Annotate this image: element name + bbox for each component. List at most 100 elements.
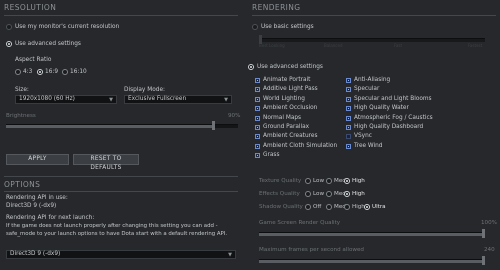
max-fps-slider-fill <box>259 260 485 263</box>
max-fps-label: Maximum frames per second allowed <box>259 247 364 253</box>
shadow-quality-high-radio[interactable] <box>344 204 350 210</box>
size-select-value: 1920x1080 (60 Hz) <box>19 96 75 102</box>
effects-quality-med-radio[interactable] <box>326 191 332 197</box>
display-mode-select[interactable]: Exclusive Fullscreen ▼ <box>124 95 232 104</box>
api-in-use-label: Rendering API in use: <box>6 195 68 201</box>
effects-quality-high-radio[interactable] <box>344 191 350 197</box>
shadow-quality-off-radio[interactable] <box>305 204 311 210</box>
api-in-use-value: Direct3D 9 (-dx9) <box>6 203 57 209</box>
divider <box>4 15 238 16</box>
brightness-label: Brightness <box>6 113 36 119</box>
apply-button[interactable]: APPLY <box>6 154 69 165</box>
left-checkbox-3[interactable] <box>255 106 260 112</box>
left-checkbox-5[interactable] <box>255 125 260 130</box>
chevron-down-icon: ▼ <box>224 97 228 103</box>
left-checkbox-label-2: World Lighting <box>263 95 305 102</box>
use-monitor-resolution-radio[interactable] <box>6 24 12 30</box>
effects-quality-label: Effects Quality <box>259 191 300 197</box>
left-checkbox-label-5: Ground Parallax <box>263 124 310 130</box>
aspect-ratio-label: Aspect Ratio <box>15 57 52 63</box>
rendering-title: RENDERING <box>252 3 301 12</box>
shadow-quality-high-label: High <box>352 204 365 210</box>
basic-quality-slider[interactable] <box>259 38 485 42</box>
left-checkbox-8[interactable] <box>255 153 260 159</box>
texture-quality-label: Texture Quality <box>259 178 302 184</box>
left-checkbox-label-1: Additive Light Pass <box>263 86 318 93</box>
use-advanced-resolution-label: Use advanced settings <box>15 41 81 47</box>
chevron-down-icon: ▼ <box>109 97 113 103</box>
left-checkbox-7[interactable] <box>255 143 260 149</box>
aspect-16-10-radio[interactable] <box>62 69 68 75</box>
right-checkbox-3[interactable] <box>346 106 351 112</box>
right-checkbox-1[interactable] <box>346 87 351 93</box>
api-next-launch-label: Rendering API for next launch: <box>6 215 95 221</box>
left-checkbox-0[interactable] <box>255 78 260 83</box>
right-checkbox-label-7: Tree Wind <box>354 142 383 149</box>
basic-slider-label-fast: Fast <box>394 43 403 48</box>
use-advanced-resolution-radio[interactable] <box>6 41 12 47</box>
rendering-api-select-value: Direct3D 9 (-dx9) <box>10 251 61 257</box>
use-basic-settings-label: Use basic settings <box>261 24 314 30</box>
rendering-api-select[interactable]: Direct3D 9 (-dx9) ▼ <box>6 250 236 259</box>
brightness-slider-fill <box>6 125 215 128</box>
render-quality-label: Game Screen Render Quality <box>259 220 341 226</box>
right-checkbox-label-5: High Quality Dashboard <box>354 124 424 130</box>
brightness-slider-handle[interactable] <box>211 121 215 130</box>
render-quality-slider-handle[interactable] <box>482 229 485 238</box>
right-checkbox-5[interactable] <box>346 125 351 130</box>
max-fps-value: 240 <box>484 247 495 253</box>
shadow-quality-off-label: Off <box>313 204 322 210</box>
shadow-quality-label: Shadow Quality <box>259 204 303 210</box>
left-checkbox-1[interactable] <box>255 87 260 93</box>
divider <box>4 176 238 177</box>
aspect-16-9-label: 16:9 <box>45 69 59 75</box>
brightness-value: 90% <box>228 113 241 119</box>
right-checkbox-6[interactable] <box>346 134 351 140</box>
size-select[interactable]: 1920x1080 (60 Hz) ▼ <box>15 95 117 104</box>
display-mode-label: Display Mode: <box>124 87 165 93</box>
left-checkbox-label-7: Ambient Cloth Simulation <box>263 142 338 149</box>
right-checkbox-label-0: Anti-Aliasing <box>354 77 391 83</box>
resolution-title: RESOLUTION <box>4 3 57 12</box>
max-fps-slider-handle[interactable] <box>482 256 485 265</box>
texture-quality-high-radio[interactable] <box>344 178 350 184</box>
size-label: Size: <box>15 87 29 93</box>
render-quality-value: 100% <box>481 220 497 226</box>
aspect-16-10-label: 16:10 <box>70 69 87 75</box>
basic-slider-label-balanced: Balanced <box>324 43 343 48</box>
right-checkbox-0[interactable] <box>346 78 351 83</box>
basic-slider-label-best-looking: Best Looking <box>259 43 285 48</box>
options-title: OPTIONS <box>4 180 41 189</box>
effects-quality-high-label: High <box>352 191 365 197</box>
basic-slider-label-fastest: Fastest <box>468 43 483 48</box>
api-note: If the game does not launch properly aft… <box>6 223 228 237</box>
reset-to-defaults-button[interactable]: RESET TO DEFAULTS <box>73 154 139 171</box>
right-checkbox-label-2: Specular and Light Blooms <box>354 95 432 102</box>
texture-quality-high-label: High <box>352 178 365 184</box>
aspect-4-3-radio[interactable] <box>15 69 21 75</box>
effects-quality-low-radio[interactable] <box>305 191 311 197</box>
aspect-16-9-radio[interactable] <box>37 69 43 75</box>
use-monitor-resolution-label: Use my monitor's current resolution <box>15 24 120 30</box>
left-checkbox-2[interactable] <box>255 96 260 102</box>
right-checkbox-7[interactable] <box>346 143 351 149</box>
right-checkbox-2[interactable] <box>346 96 351 102</box>
aspect-4-3-label: 4:3 <box>23 69 33 75</box>
left-checkbox-label-8: Grass <box>263 152 280 159</box>
right-checkbox-4[interactable] <box>346 115 351 121</box>
right-checkbox-label-3: High Quality Water <box>354 105 409 112</box>
left-checkbox-6[interactable] <box>255 134 260 140</box>
shadow-quality-med-radio[interactable] <box>326 204 332 210</box>
left-checkbox-label-0: Animate Portrait <box>263 77 311 83</box>
shadow-quality-ultra-radio[interactable] <box>364 204 370 210</box>
left-checkbox-4[interactable] <box>255 115 260 121</box>
display-mode-select-value: Exclusive Fullscreen <box>128 96 187 102</box>
use-basic-settings-radio[interactable] <box>252 24 258 30</box>
divider <box>4 191 238 192</box>
chevron-down-icon: ▼ <box>228 252 232 258</box>
texture-quality-med-radio[interactable] <box>326 178 332 184</box>
left-checkbox-label-3: Ambient Occlusion <box>263 105 318 112</box>
texture-quality-low-radio[interactable] <box>305 178 311 184</box>
use-advanced-rendering-radio[interactable] <box>248 64 254 70</box>
effects-quality-low-label: Low <box>313 191 325 197</box>
